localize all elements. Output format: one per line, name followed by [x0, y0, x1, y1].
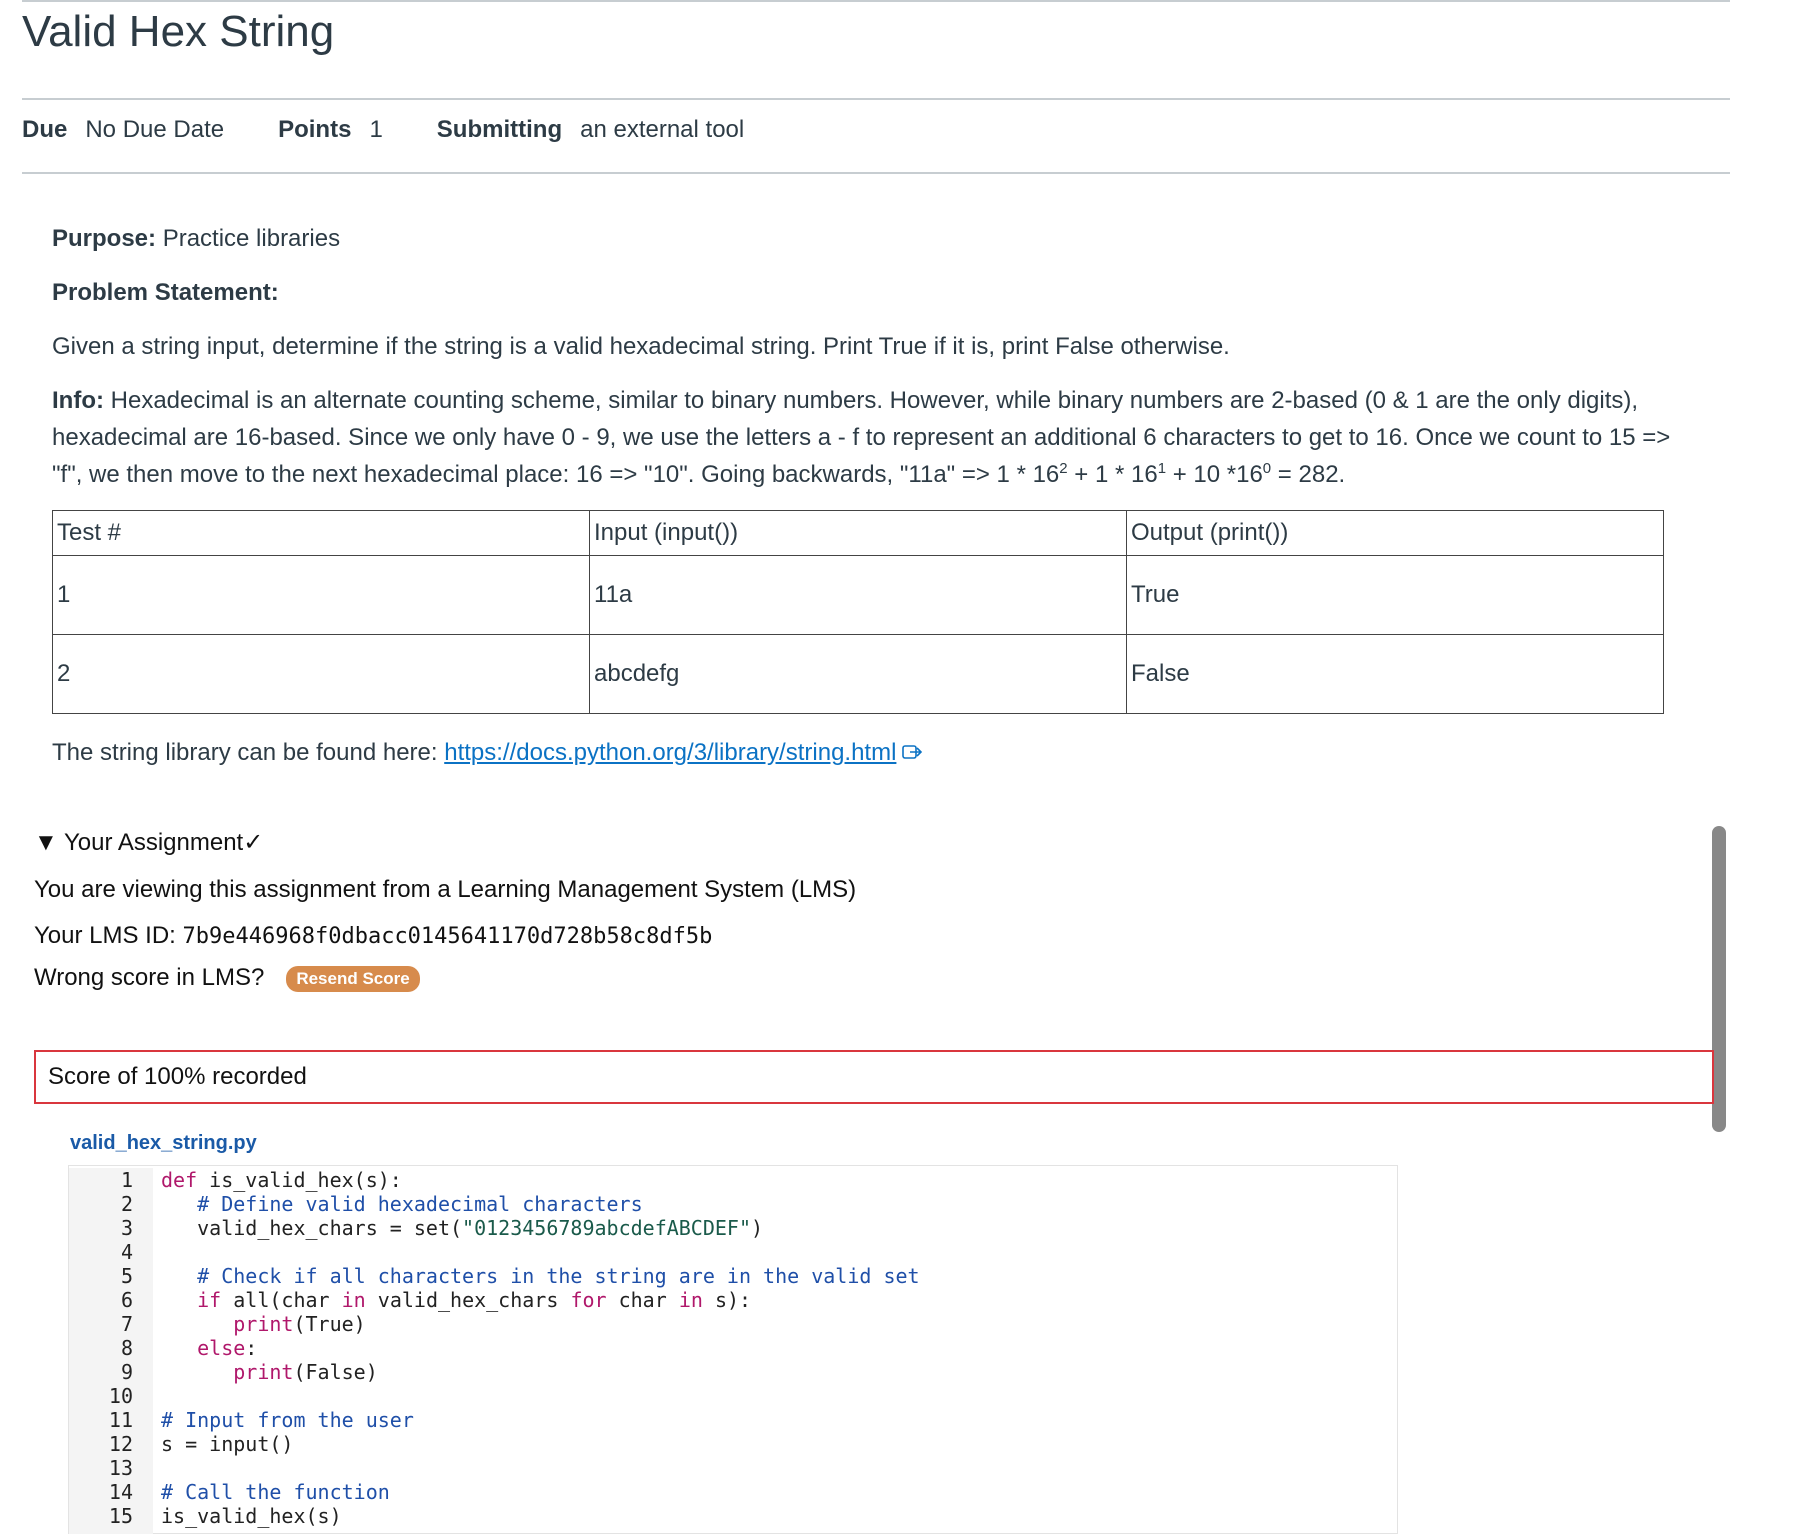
- due-label: Due: [22, 116, 68, 143]
- line-number: 13: [108, 1456, 133, 1480]
- line-number: 10: [108, 1384, 133, 1408]
- lms-id-line: Your LMS ID: 7b9e446968f0dbacc0145641170…: [34, 922, 713, 949]
- code-line: is_valid_hex(s): [161, 1504, 342, 1528]
- table-row: 1 11a True: [52, 555, 1664, 635]
- string-library-link[interactable]: https://docs.python.org/3/library/string…: [444, 739, 896, 766]
- line-number: 9: [120, 1360, 133, 1384]
- code-filename: valid_hex_string.py: [70, 1132, 257, 1154]
- table-cell: abcdefg: [589, 634, 1127, 714]
- due-value: No Due Date: [85, 116, 225, 143]
- line-number: 5: [120, 1264, 133, 1288]
- assignment-toggle[interactable]: ▼ Your Assignment✓: [34, 826, 263, 860]
- test-cases-table: Test # Input (input()) Output (print()) …: [52, 510, 1664, 714]
- table-row: 2 abcdefg False: [52, 634, 1664, 714]
- table-cell: 1: [52, 555, 590, 635]
- assignment-meta: Due No Due Date Points 1 Submitting an e…: [22, 114, 798, 146]
- line-number-gutter: 1 2 3 4 5 6 7 8 9 10 11 12 13 14 15: [69, 1168, 153, 1534]
- divider: [22, 98, 1730, 100]
- table-header: Test #: [52, 510, 590, 556]
- line-number: 4: [120, 1240, 133, 1264]
- info-paragraph: Info: Hexadecimal is an alternate counti…: [52, 387, 1671, 488]
- code-line: else:: [197, 1336, 258, 1360]
- code-lines: def is_valid_hex(s): # Define valid hexa…: [161, 1168, 920, 1528]
- score-status: Score of 100% recorded: [34, 1050, 1714, 1104]
- line-number: 15: [108, 1504, 133, 1528]
- line-number: 1: [120, 1168, 133, 1192]
- code-line: def is_valid_hex(s):: [161, 1168, 402, 1192]
- library-text: The string library can be found here:: [52, 739, 445, 766]
- assignment-description: Purpose: Practice libraries Problem Stat…: [52, 220, 1672, 510]
- external-link-icon[interactable]: [902, 736, 924, 772]
- line-number: 3: [120, 1216, 133, 1240]
- resend-score-button[interactable]: Resend Score: [286, 965, 420, 992]
- code-line: # Call the function: [161, 1480, 390, 1504]
- code-line: # Check if all characters in the string …: [197, 1264, 920, 1288]
- table-header: Output (print()): [1126, 510, 1664, 556]
- line-number: 11: [108, 1408, 133, 1432]
- code-line: valid_hex_chars = set("0123456789abcdefA…: [161, 1216, 764, 1240]
- table-cell: 11a: [589, 555, 1127, 635]
- table-cell: False: [1126, 634, 1664, 714]
- submitting-value: an external tool: [580, 116, 745, 143]
- page-title: Valid Hex String: [22, 7, 335, 56]
- line-number: 8: [120, 1336, 133, 1360]
- submitting-label: Submitting: [436, 116, 563, 143]
- line-number: 14: [108, 1480, 133, 1504]
- code-line: s = input(): [161, 1432, 294, 1456]
- line-number: 6: [120, 1288, 133, 1312]
- table-header-row: Test # Input (input()) Output (print()): [52, 510, 1664, 556]
- code-line: # Define valid hexadecimal characters: [197, 1192, 643, 1216]
- line-number: 2: [120, 1192, 133, 1216]
- table-cell: True: [1126, 555, 1664, 635]
- points-value: 1: [369, 116, 383, 143]
- divider: [22, 172, 1730, 174]
- points-label: Points: [278, 116, 352, 143]
- code-line: if all(char in valid_hex_chars for char …: [197, 1288, 752, 1312]
- lms-viewing-text: You are viewing this assignment from a L…: [34, 876, 857, 903]
- lms-id-value: 7b9e446968f0dbacc0145641170d728b58c8df5b: [182, 924, 713, 949]
- table-header: Input (input()): [589, 510, 1127, 556]
- library-reference: The string library can be found here: ht…: [52, 735, 924, 772]
- table-cell: 2: [52, 634, 590, 714]
- line-number: 12: [108, 1432, 133, 1456]
- your-assignment-section: ▼ Your Assignment✓ You are viewing this …: [34, 826, 856, 992]
- code-viewer: 1 2 3 4 5 6 7 8 9 10 11 12 13 14 15 def …: [68, 1165, 1398, 1534]
- purpose: Purpose: Practice libraries: [52, 225, 341, 252]
- wrong-score-line: Wrong score in LMS? Resend Score: [34, 964, 420, 992]
- code-line: print(False): [233, 1360, 378, 1384]
- top-divider: [22, 0, 1730, 2]
- problem-statement: Given a string input, determine if the s…: [52, 333, 1230, 360]
- scrollbar[interactable]: [1712, 826, 1726, 1132]
- code-line: print(True): [233, 1312, 366, 1336]
- line-number: 7: [120, 1312, 133, 1336]
- problem-label: Problem Statement:: [52, 279, 279, 306]
- code-line: # Input from the user: [161, 1408, 414, 1432]
